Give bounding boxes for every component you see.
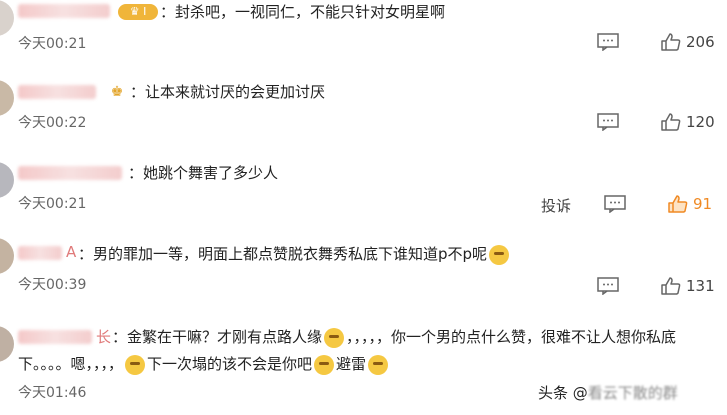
reply-icon[interactable]: [597, 277, 619, 295]
username[interactable]: [18, 166, 122, 180]
comment-time: 今天00:21: [18, 36, 87, 52]
comment-text: ：让本来就讨厌的会更加讨厌: [130, 83, 326, 101]
username[interactable]: [18, 4, 110, 18]
reply-icon[interactable]: [597, 113, 619, 131]
comment-text: ：她跳个舞害了多少人: [128, 164, 279, 182]
vip-badge: ♛ Ⅰ: [118, 4, 158, 20]
comment-time: 今天00:22: [18, 115, 87, 131]
reply-icon[interactable]: [604, 195, 626, 213]
crown-icon: ♛: [129, 5, 140, 18]
like-count: 131: [686, 277, 715, 295]
avatar[interactable]: [0, 0, 14, 36]
like-count: 91: [693, 195, 713, 213]
crown-icon: ♚: [110, 84, 124, 100]
reply-icon[interactable]: [597, 33, 619, 51]
comment-time: 今天00:21: [18, 196, 87, 212]
username-tail: A: [66, 243, 77, 261]
like-count: 120: [686, 113, 715, 131]
emoji-icon: [489, 244, 510, 265]
username[interactable]: [18, 246, 62, 260]
comment-text: ：封杀吧，一视同仁，不能只针对女明星啊: [160, 3, 446, 21]
thumbs-up-icon[interactable]: [660, 33, 682, 51]
comment-time: 今天01:46: [18, 385, 87, 401]
emoji-icon: [368, 354, 389, 375]
avatar[interactable]: [0, 238, 14, 274]
thumbs-up-icon[interactable]: [667, 195, 689, 213]
emoji-icon: [314, 354, 335, 375]
watermark-account: 看云下散的群: [587, 384, 678, 402]
watermark-prefix: 头条 @: [538, 384, 588, 402]
username[interactable]: [18, 330, 92, 344]
like-count: 206: [686, 33, 715, 51]
vip-level: Ⅰ: [143, 5, 147, 18]
username[interactable]: [18, 85, 96, 99]
avatar[interactable]: [0, 162, 14, 198]
avatar[interactable]: [0, 326, 14, 362]
comment-time: 今天00:39: [18, 277, 87, 293]
comment-text: ：男的罪加一等，明面上都点赞脱衣舞秀私底下谁知道p不p呢: [78, 243, 511, 265]
emoji-icon: [324, 327, 345, 348]
watermark: 头条 @看云下散的群: [538, 382, 678, 403]
thumbs-up-icon[interactable]: [660, 113, 682, 131]
comment-text: ：金繁在干嘛？才刚有点路人缘 ，，，，，你一个男的点什么赞，很难不让人想你私底: [112, 327, 677, 348]
avatar[interactable]: [0, 80, 14, 116]
username-tail: 长: [96, 328, 112, 346]
report-button[interactable]: 投诉: [541, 195, 571, 216]
thumbs-up-icon[interactable]: [660, 277, 682, 295]
comment-text-line2: 下。。。。嗯，，，， 下一次塌的该不会是你吧 避雷: [18, 353, 390, 375]
emoji-icon: [125, 354, 146, 375]
